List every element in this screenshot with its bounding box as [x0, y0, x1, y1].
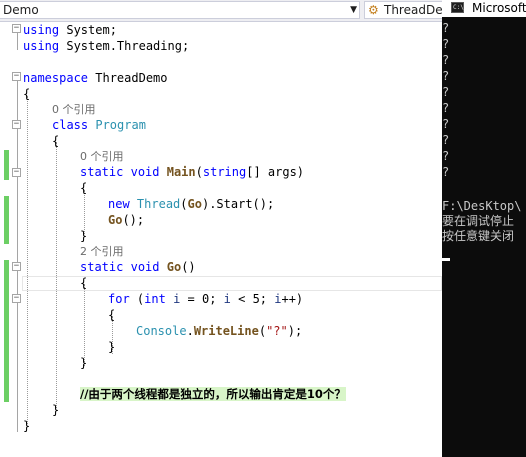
code-line: {: [80, 276, 88, 290]
code-line: }: [80, 229, 88, 243]
console-title: Microsoft: [472, 1, 526, 15]
console-cursor: [442, 258, 450, 261]
console-output-line: ?: [442, 53, 450, 67]
outline-line: [17, 32, 19, 50]
code-line: using System;: [23, 23, 117, 37]
code-line: {: [23, 87, 31, 101]
code-editor[interactable]: Demo ▼ ⚙ ThreadDemo − − − − − − using Sy…: [0, 0, 442, 457]
code-line: new Thread(Go).Start();: [108, 197, 275, 211]
console-output-line: ?: [442, 21, 450, 35]
navigation-bar: Demo ▼ ⚙ ThreadDemo: [0, 0, 442, 22]
console-window[interactable]: C:\ Microsoft ? ? ? ? ? ? ? ? ? ? F:\Des…: [442, 0, 526, 457]
indent-guide: [27, 96, 28, 424]
chevron-down-icon[interactable]: ▼: [350, 2, 357, 18]
code-line: }: [80, 356, 88, 370]
code-line: static void Go(): [80, 260, 196, 274]
collapse-toggle[interactable]: −: [12, 168, 21, 177]
code-line: {: [80, 181, 88, 195]
console-output-line: ?: [442, 117, 450, 131]
console-press-key-message: 按任意键关闭: [442, 229, 515, 243]
console-output-line: ?: [442, 37, 450, 51]
console-debug-message: 要在调试停止: [442, 214, 515, 228]
code-line: using System.Threading;: [23, 39, 190, 53]
code-line: {: [108, 308, 116, 322]
console-output-line: ?: [442, 149, 450, 163]
project-dropdown-label: Demo: [3, 3, 39, 17]
collapse-toggle[interactable]: −: [12, 294, 21, 303]
change-marker: [4, 150, 9, 180]
code-line: }: [108, 340, 116, 354]
code-comment: //由于两个线程都是独立的，所以输出肯定是10个？: [80, 387, 346, 401]
console-output-line: ?: [442, 101, 450, 115]
class-icon: ⚙: [368, 3, 379, 17]
console-output-line: ?: [442, 69, 450, 83]
console-output-line: ?: [442, 85, 450, 99]
collapse-toggle[interactable]: −: [12, 24, 21, 33]
collapse-toggle[interactable]: −: [12, 262, 21, 271]
console-title-bar[interactable]: C:\ Microsoft: [442, 0, 526, 17]
code-line: for (int i = 0; i < 5; i++): [108, 292, 304, 306]
console-output-line: ?: [442, 133, 450, 147]
type-dropdown-label: ThreadDemo: [384, 3, 442, 17]
project-dropdown[interactable]: Demo ▼: [0, 1, 360, 19]
change-marker: [4, 260, 9, 402]
console-app-icon: C:\: [451, 2, 464, 13]
code-line: Console.WriteLine("?");: [136, 324, 303, 338]
console-path-line: F:\DesKtop\: [442, 199, 522, 213]
indent-guide: [84, 284, 85, 366]
code-line: {: [52, 134, 60, 148]
reference-count-link[interactable]: 0 个引用: [80, 148, 124, 164]
code-line: static void Main(string[] args): [80, 165, 305, 179]
collapse-toggle[interactable]: −: [12, 120, 21, 129]
outline-line: [17, 80, 19, 432]
reference-count-link[interactable]: 0 个引用: [52, 101, 96, 117]
code-line: class Program: [52, 118, 146, 132]
type-dropdown[interactable]: ⚙ ThreadDemo: [364, 1, 442, 19]
change-marker: [4, 196, 9, 244]
reference-count-link[interactable]: 2 个引用: [80, 243, 124, 259]
code-line: }: [23, 419, 31, 433]
code-line: }: [52, 403, 60, 417]
collapse-toggle[interactable]: −: [12, 72, 21, 81]
console-output-line: ?: [442, 165, 450, 179]
indent-guide: [56, 142, 57, 408]
code-line: Go();: [108, 213, 145, 227]
code-line: namespace ThreadDemo: [23, 71, 168, 85]
